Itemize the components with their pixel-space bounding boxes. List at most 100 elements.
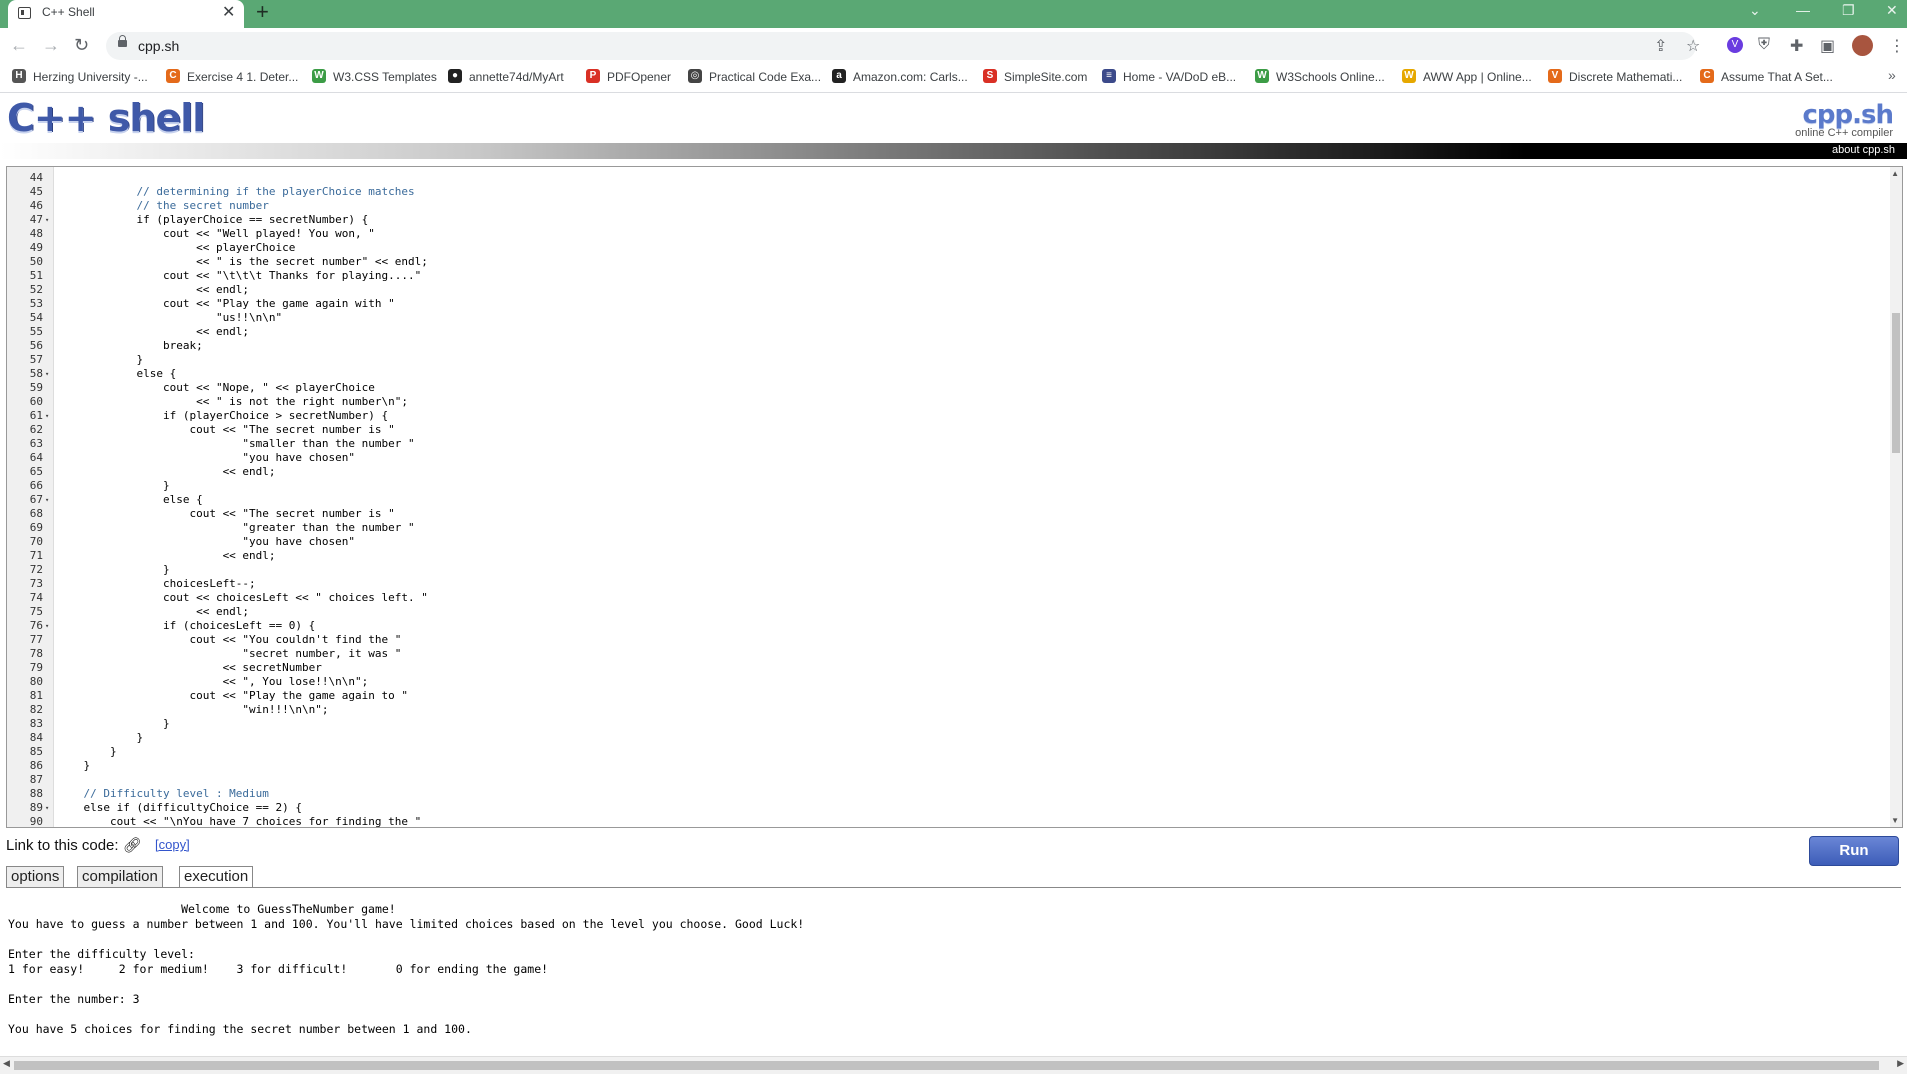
code-text[interactable]: "us!!\n\n" — [57, 311, 282, 325]
editor-scroll-thumb[interactable] — [1892, 313, 1900, 453]
code-text[interactable]: } — [57, 745, 117, 759]
code-text[interactable]: // Difficulty level : Medium — [57, 787, 268, 801]
code-line[interactable]: 73 choicesLeft--; — [7, 577, 1877, 591]
code-line[interactable]: 48 cout << "Well played! You won, " — [7, 227, 1877, 241]
code-text[interactable]: "secret number, it was " — [57, 647, 401, 661]
fold-toggle-icon[interactable]: ▾ — [45, 367, 49, 381]
code-text[interactable]: cout << "Play the game again to " — [57, 689, 408, 703]
bookmark-item[interactable]: Herzing University -... — [33, 70, 148, 84]
code-text[interactable]: // determining if the playerChoice match… — [57, 185, 414, 199]
code-text[interactable]: "you have chosen" — [57, 451, 355, 465]
code-text[interactable]: } — [57, 731, 143, 745]
fold-toggle-icon[interactable]: ▾ — [45, 409, 49, 423]
code-line[interactable]: 80 << ", You lose!!\n\n"; — [7, 675, 1877, 689]
code-line[interactable]: 62 cout << "The secret number is " — [7, 423, 1877, 437]
scroll-left-icon[interactable]: ◀ — [3, 1058, 10, 1069]
tab-search-icon[interactable]: ⌄ — [1749, 2, 1761, 19]
close-window-icon[interactable]: ✕ — [1886, 2, 1898, 19]
code-line[interactable]: 59 cout << "Nope, " << playerChoice — [7, 381, 1877, 395]
code-text[interactable]: cout << "Well played! You won, " — [57, 227, 375, 241]
horizontal-scrollbar[interactable]: ◀ ▶ — [0, 1056, 1907, 1074]
code-line[interactable]: 76 ▾ if (choicesLeft == 0) { — [7, 619, 1877, 633]
extension-icon[interactable]: V — [1727, 37, 1743, 53]
code-line[interactable]: 53 cout << "Play the game again with " — [7, 297, 1877, 311]
cpp-sh-brand[interactable]: cpp.sh — [1803, 100, 1894, 130]
bookmark-item[interactable]: Amazon.com: Carls... — [853, 70, 968, 84]
close-tab-icon[interactable]: ✕ — [222, 2, 235, 22]
code-line[interactable]: 70 "you have chosen" — [7, 535, 1877, 549]
code-text[interactable]: "win!!!\n\n"; — [57, 703, 328, 717]
link-icon[interactable]: 🔗︎ — [123, 837, 142, 854]
code-line[interactable]: 60 << " is not the right number\n"; — [7, 395, 1877, 409]
code-line[interactable]: 44 — [7, 171, 1877, 185]
code-text[interactable]: << playerChoice — [57, 241, 295, 255]
execution-output[interactable]: Welcome to GuessTheNumber game! You have … — [6, 887, 1901, 1058]
code-text[interactable]: if (choicesLeft == 0) { — [57, 619, 315, 633]
puzzle-extensions-icon[interactable]: ✚ — [1790, 36, 1803, 56]
bookmark-star-icon[interactable]: ☆ — [1686, 36, 1700, 56]
code-line[interactable]: 65 << endl; — [7, 465, 1877, 479]
code-line[interactable]: 81 cout << "Play the game again to " — [7, 689, 1877, 703]
code-line[interactable]: 55 << endl; — [7, 325, 1877, 339]
profile-avatar[interactable] — [1852, 35, 1873, 56]
code-text[interactable]: choicesLeft--; — [57, 577, 256, 591]
scroll-up-icon[interactable]: ▲ — [1891, 169, 1899, 178]
code-text[interactable]: cout << "Play the game again with " — [57, 297, 395, 311]
code-line[interactable]: 82 "win!!!\n\n"; — [7, 703, 1877, 717]
bookmark-item[interactable]: W3Schools Online... — [1276, 70, 1385, 84]
url-text[interactable]: cpp.sh — [138, 38, 179, 54]
lock-icon[interactable] — [118, 35, 127, 49]
code-line[interactable]: 50 << " is the secret number" << endl; — [7, 255, 1877, 269]
bookmark-item[interactable]: Exercise 4 1. Deter... — [187, 70, 298, 84]
code-text[interactable]: else { — [57, 493, 203, 507]
code-line[interactable]: 85 } — [7, 745, 1877, 759]
fold-toggle-icon[interactable]: ▾ — [45, 619, 49, 633]
code-text[interactable]: << endl; — [57, 283, 249, 297]
copy-link[interactable]: [copy] — [155, 837, 190, 852]
back-icon[interactable]: ← — [10, 35, 28, 56]
reload-icon[interactable]: ↻ — [74, 35, 89, 56]
code-text[interactable]: "you have chosen" — [57, 535, 355, 549]
code-text[interactable]: "greater than the number " — [57, 521, 414, 535]
code-text[interactable]: cout << "\nYou have 7 choices for findin… — [57, 815, 421, 827]
fold-toggle-icon[interactable]: ▾ — [45, 493, 49, 507]
code-text[interactable]: << endl; — [57, 465, 276, 479]
address-bar[interactable] — [106, 32, 1696, 60]
code-line[interactable]: 83 } — [7, 717, 1877, 731]
code-line[interactable]: 52 << endl; — [7, 283, 1877, 297]
bookmark-item[interactable]: Assume That A Set... — [1721, 70, 1833, 84]
run-button[interactable]: Run — [1809, 836, 1899, 866]
browser-tab[interactable]: C++ Shell ✕ — [8, 0, 244, 28]
bookmark-item[interactable]: AWW App | Online... — [1423, 70, 1532, 84]
code-lines[interactable]: 44 45 // determining if the playerChoice … — [7, 171, 1877, 827]
shield-extension-icon[interactable]: ⛨ — [1758, 36, 1770, 54]
code-line[interactable]: 87 — [7, 773, 1877, 787]
menu-kebab-icon[interactable]: ⋮ — [1889, 36, 1905, 56]
bookmark-item[interactable]: Practical Code Exa... — [709, 70, 821, 84]
code-text[interactable]: << endl; — [57, 549, 276, 563]
code-text[interactable]: } — [57, 563, 170, 577]
code-line[interactable]: 72 } — [7, 563, 1877, 577]
scroll-right-icon[interactable]: ▶ — [1897, 1058, 1904, 1069]
code-text[interactable]: if (playerChoice == secretNumber) { — [57, 213, 368, 227]
code-line[interactable]: 58 ▾ else { — [7, 367, 1877, 381]
code-text[interactable]: << " is the secret number" << endl; — [57, 255, 428, 269]
code-line[interactable]: 45 // determining if the playerChoice ma… — [7, 185, 1877, 199]
fold-toggle-icon[interactable]: ▾ — [45, 801, 49, 815]
code-line[interactable]: 66 } — [7, 479, 1877, 493]
code-text[interactable]: << ", You lose!!\n\n"; — [57, 675, 369, 689]
code-line[interactable]: 90 cout << "\nYou have 7 choices for fin… — [7, 815, 1877, 827]
code-line[interactable]: 71 << endl; — [7, 549, 1877, 563]
bookmark-item[interactable]: Home - VA/DoD eB... — [1123, 70, 1236, 84]
code-text[interactable]: } — [57, 479, 170, 493]
code-editor[interactable]: 44 45 // determining if the playerChoice … — [6, 166, 1903, 828]
code-line[interactable]: 74 cout << choicesLeft << " choices left… — [7, 591, 1877, 605]
bookmark-item[interactable]: SimpleSite.com — [1004, 70, 1087, 84]
horizontal-scroll-thumb[interactable] — [14, 1061, 1879, 1070]
code-text[interactable]: cout << "The secret number is " — [57, 507, 394, 521]
code-line[interactable]: 49 << playerChoice — [7, 241, 1877, 255]
code-line[interactable]: 77 cout << "You couldn't find the " — [7, 633, 1877, 647]
code-line[interactable]: 61 ▾ if (playerChoice > secretNumber) { — [7, 409, 1877, 423]
code-text[interactable]: } — [57, 717, 170, 731]
code-text[interactable]: if (playerChoice > secretNumber) { — [57, 409, 388, 423]
